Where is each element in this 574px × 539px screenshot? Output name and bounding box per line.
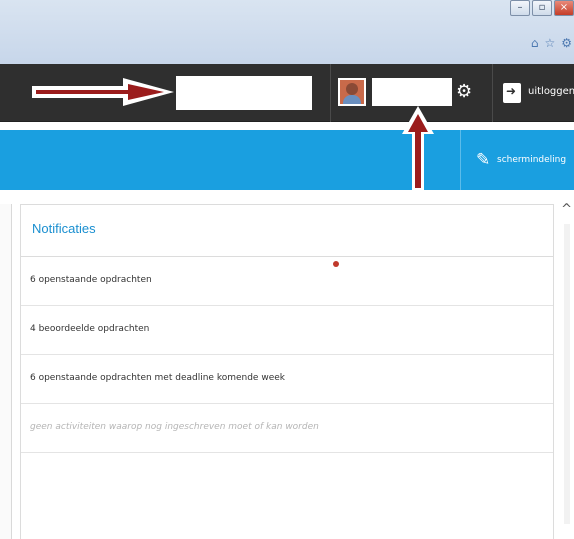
header-divider (492, 64, 493, 122)
notifications-title: Notificaties (21, 205, 553, 257)
scrollbar[interactable] (564, 224, 570, 524)
avatar[interactable] (338, 78, 366, 106)
browser-toolbar-icons: ⌂ ☆ ⚙ (531, 36, 572, 50)
logout-icon[interactable] (503, 83, 521, 103)
redacted-username-box (372, 78, 452, 106)
app-header: ⚙ uitloggen (0, 64, 574, 122)
annotation-arrow-right (32, 78, 174, 106)
gear-icon[interactable]: ⚙ (456, 78, 472, 106)
scroll-up-button[interactable]: ^ (561, 202, 572, 217)
header-divider (330, 64, 331, 122)
window-controls: – ▫ × (508, 0, 574, 16)
annotation-arrow-up (402, 106, 434, 192)
notification-item[interactable]: 4 beoordeelde opdrachten (21, 306, 553, 355)
browser-chrome: – ▫ × ⌂ ☆ ⚙ (0, 0, 574, 64)
blue-toolbar: ✎ schermindeling (0, 130, 574, 190)
notification-item-empty: geen activiteiten waarop nog ingeschreve… (21, 404, 553, 453)
left-panel-edge (0, 204, 12, 539)
notification-item[interactable]: 6 openstaande opdrachten met deadline ko… (21, 355, 553, 404)
home-icon[interactable]: ⌂ (531, 36, 539, 50)
main-content: Notificaties 6 openstaande opdrachten 4 … (0, 190, 574, 539)
schedule-layout-link[interactable]: schermindeling (497, 155, 566, 165)
pencil-icon[interactable]: ✎ (476, 150, 490, 170)
annotation-dot (333, 261, 339, 267)
toolbar-divider (460, 130, 461, 190)
star-icon[interactable]: ☆ (544, 36, 555, 50)
user-menu[interactable]: ⚙ (338, 78, 472, 106)
restore-button[interactable]: ▫ (532, 0, 552, 16)
settings-icon[interactable]: ⚙ (561, 36, 572, 50)
minimize-button[interactable]: – (510, 0, 530, 16)
logout-link[interactable]: uitloggen (528, 86, 574, 97)
close-button[interactable]: × (554, 0, 574, 16)
notification-item[interactable]: 6 openstaande opdrachten (21, 257, 553, 306)
notifications-panel: Notificaties 6 openstaande opdrachten 4 … (20, 204, 554, 539)
redacted-name-box (176, 76, 312, 110)
